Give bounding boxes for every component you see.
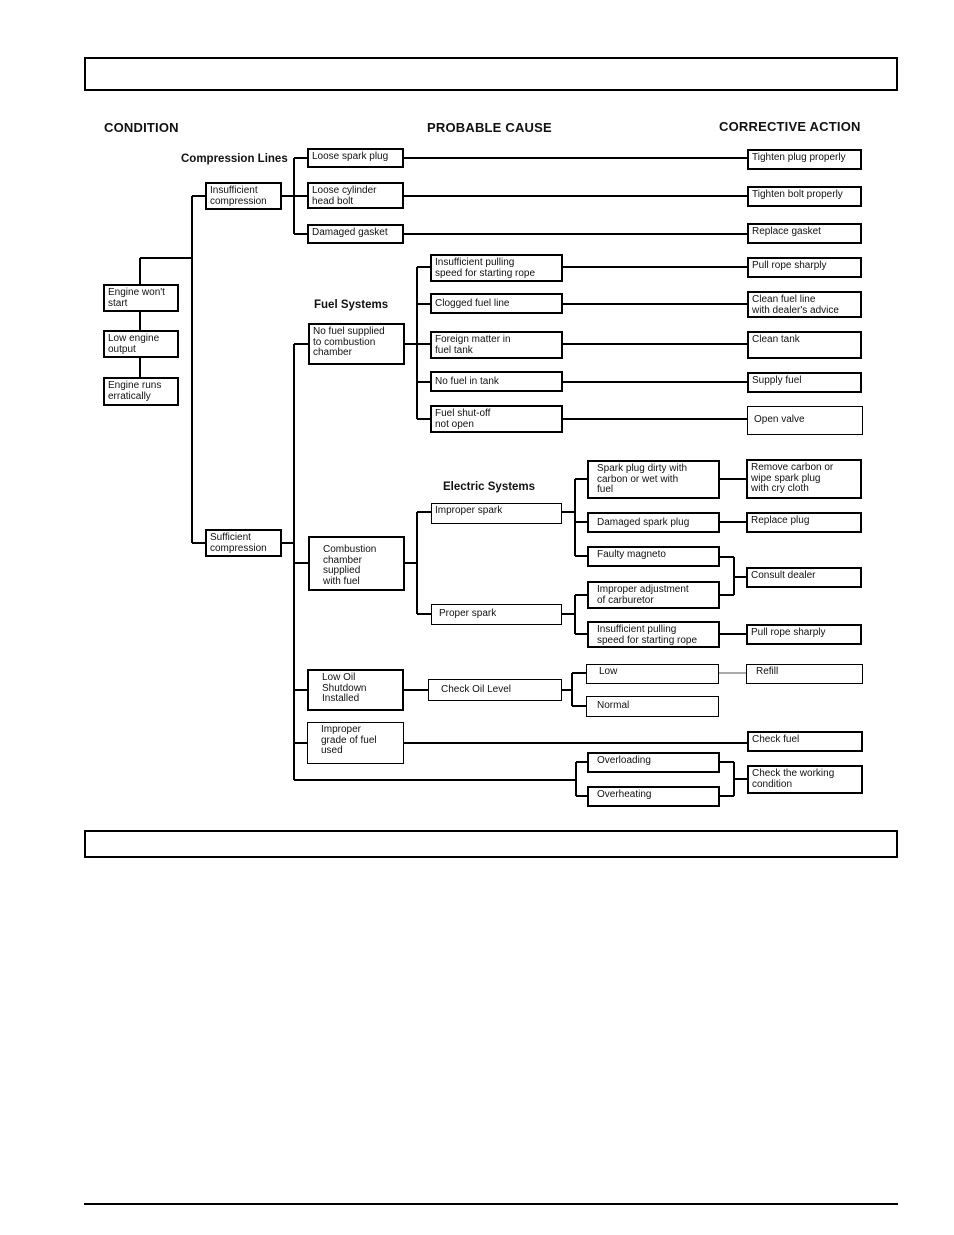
electric-proper-spark: Proper spark — [431, 604, 562, 625]
oil-level-low: Low — [586, 664, 719, 684]
section-electric-systems: Electric Systems — [443, 481, 536, 493]
cause-improper-grade-of-fuel: Improper grade of fuel used — [307, 722, 404, 764]
electric-improper-spark: Improper spark — [431, 503, 562, 524]
electric-action-remove-carbon: Remove carbon or wipe spark plug with cr… — [746, 459, 862, 499]
header-condition: CONDITION — [104, 120, 179, 135]
insufficient-compression: Insufficient compression — [205, 182, 282, 210]
condition-engine-wont-start: Engine won't start — [103, 284, 179, 312]
fuel-cause-shut-off-not-open: Fuel shut-off not open — [430, 405, 563, 433]
cause-loose-cylinder-head-bolt: Loose cylinder head bolt — [307, 182, 404, 209]
electric-cause-insufficient-pulling-speed: Insufficient pulling speed for starting … — [587, 621, 720, 648]
fuel-action-open-valve: Open valve — [747, 406, 863, 435]
condition-engine-runs-erratically: Engine runs erratically — [103, 377, 179, 406]
fuel-cause-no-fuel-in-tank: No fuel in tank — [430, 371, 563, 392]
cause-loose-spark-plug: Loose spark plug — [307, 148, 404, 168]
sufficient-compression: Sufficient compression — [205, 529, 282, 557]
fuel-action-pull-rope-sharply: Pull rope sharply — [747, 257, 862, 278]
electric-action-pull-rope-sharply: Pull rope sharply — [746, 624, 862, 645]
electric-action-replace-plug: Replace plug — [746, 512, 862, 533]
oil-check-oil-level: Check Oil Level — [428, 679, 562, 701]
fuel-cause-insufficient-pulling-speed: Insufficient pulling speed for starting … — [430, 254, 563, 282]
fuel-action-clean-tank: Clean tank — [747, 331, 862, 359]
electric-cause-spark-plug-dirty: Spark plug dirty with carbon or wet with… — [587, 460, 720, 499]
footer-rule — [84, 1203, 898, 1205]
fuel-action-clean-fuel-line: Clean fuel line with dealer's advice — [747, 291, 862, 318]
cause-overheating: Overheating — [587, 786, 720, 807]
action-check-fuel: Check fuel — [747, 731, 863, 752]
action-replace-gasket: Replace gasket — [747, 223, 862, 244]
header-probable-cause: PROBABLE CAUSE — [427, 120, 552, 135]
fuel-cause-clogged-fuel-line: Clogged fuel line — [430, 293, 563, 314]
action-check-working-condition: Check the working condition — [747, 765, 863, 794]
title-frame-bottom — [84, 830, 898, 858]
electric-action-consult-dealer: Consult dealer — [746, 567, 862, 588]
title-frame-top — [84, 57, 898, 91]
oil-action-refill: Refill — [746, 664, 863, 684]
action-tighten-bolt-properly: Tighten bolt properly — [747, 186, 862, 207]
header-corrective-action: CORRECTIVE ACTION — [719, 119, 861, 134]
fuel-action-supply-fuel: Supply fuel — [747, 372, 862, 393]
cause-damaged-gasket: Damaged gasket — [307, 224, 404, 244]
electric-group-combustion-chamber: Combustion chamber supplied with fuel — [308, 536, 405, 591]
section-compression-lines: Compression Lines — [181, 153, 288, 165]
oil-level-normal: Normal — [586, 696, 719, 717]
fuel-group-no-fuel-supplied: No fuel supplied to combustion chamber — [308, 323, 405, 365]
action-tighten-plug-properly: Tighten plug properly — [747, 149, 862, 170]
electric-cause-improper-carburetor: Improper adjustment of carburetor — [587, 581, 720, 609]
condition-low-engine-output: Low engine output — [103, 330, 179, 358]
fuel-cause-foreign-matter: Foreign matter in fuel tank — [430, 331, 563, 359]
electric-cause-damaged-spark-plug: Damaged spark plug — [587, 512, 720, 533]
cause-overloading: Overloading — [587, 752, 720, 773]
oil-group-low-oil-shutdown: Low Oil Shutdown Installed — [307, 669, 404, 711]
electric-cause-faulty-magneto: Faulty magneto — [587, 546, 720, 567]
section-fuel-systems: Fuel Systems — [314, 299, 389, 311]
